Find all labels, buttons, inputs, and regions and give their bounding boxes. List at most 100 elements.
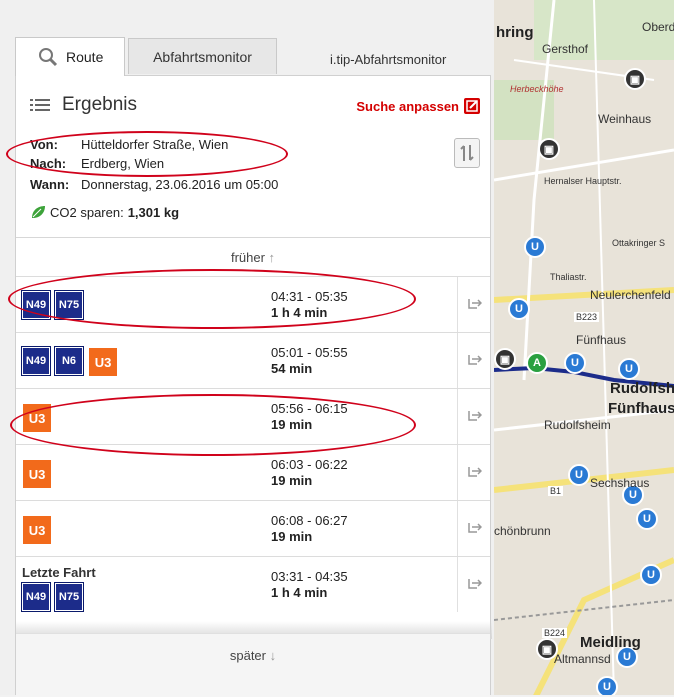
open-connection-button[interactable] (457, 333, 490, 388)
open-details-icon (468, 411, 482, 421)
ubahn-station-icon[interactable]: U (640, 564, 662, 586)
to-row: Nach: Erdberg, Wien (30, 156, 164, 171)
line-badge: N75 (54, 290, 84, 320)
trip-duration: 19 min (271, 529, 313, 544)
connection-times: 03:31 - 04:35 1 h 4 min (271, 569, 348, 601)
map-label: Oberd (642, 20, 674, 34)
line-badges: U3 (22, 403, 52, 433)
co2-value: 1,301 kg (127, 204, 180, 220)
departure-arrival-time: 06:03 - 06:22 (271, 457, 348, 472)
line-badges: U3 (22, 515, 52, 545)
earlier-button[interactable]: früher ↑ (16, 250, 490, 265)
line-badge: N49 (21, 346, 51, 376)
tab-route[interactable]: Route (15, 37, 125, 76)
line-badges: N49 N75 (21, 582, 84, 612)
when-label: Wann: (30, 177, 70, 192)
open-connection-button[interactable] (457, 277, 490, 332)
connection-row[interactable]: N49 N75 04:31 - 05:35 1 h 4 min (16, 276, 490, 332)
ubahn-station-icon[interactable]: U (568, 464, 590, 486)
trip-duration: 54 min (271, 361, 313, 376)
train-station-icon[interactable]: ▣ (494, 348, 516, 370)
train-station-icon[interactable]: ▣ (624, 68, 646, 90)
list-icon (30, 99, 50, 111)
map-label: Ottakringer S (612, 238, 666, 248)
ubahn-station-icon[interactable]: U (618, 358, 640, 380)
line-badge: U3 (22, 459, 52, 489)
open-connection-button[interactable] (457, 389, 490, 444)
ubahn-station-icon[interactable]: U (564, 352, 586, 374)
connection-row[interactable]: U3 06:03 - 06:22 19 min (16, 444, 490, 500)
edit-icon (464, 98, 480, 114)
map-label: B224 (542, 628, 568, 638)
tab-route-label: Route (66, 49, 104, 65)
map-label: Sechshaus (590, 476, 650, 490)
ubahn-station-icon[interactable]: U (508, 298, 530, 320)
to-label: Nach: (30, 156, 67, 171)
departure-arrival-time: 05:01 - 05:55 (271, 345, 348, 360)
line-badge: N49 (21, 582, 51, 612)
start-marker-icon[interactable]: A (526, 352, 548, 374)
open-details-icon (468, 523, 482, 533)
trip-duration: 19 min (271, 417, 313, 432)
map-label: Rudolfsh (610, 380, 674, 397)
tab-departure-monitor-label: Abfahrtsmonitor (153, 48, 252, 65)
itip-departure-monitor-link[interactable]: i.tip-Abfahrtsmonitor (330, 52, 446, 67)
earlier-label: früher (230, 250, 265, 265)
departure-arrival-time: 04:31 - 05:35 (271, 289, 348, 304)
trip-duration: 19 min (271, 473, 313, 488)
page-title: Ergebnis (62, 94, 137, 115)
co2-label: CO2 sparen: (50, 204, 124, 220)
bottom-bar: später ↓ (16, 633, 490, 697)
from-value: Hütteldorfer Straße, Wien (81, 137, 229, 152)
map-label: Hernalser Hauptstr. (544, 176, 622, 186)
arrow-up-icon: ↑ (268, 250, 276, 265)
line-badge: U3 (22, 403, 52, 433)
divider (16, 237, 490, 238)
from-row: Von: Hütteldorfer Straße, Wien (30, 137, 228, 152)
connection-row[interactable]: N49 N6 U3 05:01 - 05:55 54 min (16, 332, 490, 388)
connection-row[interactable]: Letzte Fahrt N49 N75 03:31 - 04:35 1 h 4 min (16, 556, 490, 612)
tab-departure-monitor[interactable]: Abfahrtsmonitor (128, 38, 277, 74)
result-card: Ergebnis Suche anpassen Von: Hütteldorfe… (6, 75, 492, 697)
map-label: Thaliastr. (550, 272, 587, 282)
open-details-icon (468, 579, 482, 589)
later-button[interactable]: später ↓ (16, 648, 490, 663)
open-connection-button[interactable] (457, 557, 490, 612)
line-badge: N49 (21, 290, 51, 320)
map-label: B223 (574, 312, 600, 322)
departure-arrival-time: 03:31 - 04:35 (271, 569, 348, 584)
map-label: hring (496, 24, 534, 41)
edit-search-label: Suche anpassen (356, 98, 459, 114)
edit-search-button[interactable]: Suche anpassen (356, 98, 480, 114)
search-icon (39, 48, 58, 67)
when-row: Wann: Donnerstag, 23.06.2016 um 05:00 (30, 177, 278, 192)
open-details-icon (468, 355, 482, 365)
map-label: Rudolfsheim (544, 418, 611, 432)
map-label: Neulerchenfeld (590, 288, 671, 302)
ubahn-station-icon[interactable]: U (596, 676, 618, 695)
arrow-down-icon: ↓ (269, 648, 277, 663)
train-station-icon[interactable]: ▣ (538, 138, 560, 160)
from-label: Von: (30, 137, 58, 152)
ubahn-station-icon[interactable]: U (636, 508, 658, 530)
ubahn-station-icon[interactable]: U (524, 236, 546, 258)
open-connection-button[interactable] (457, 445, 490, 500)
map-label: Meidling (580, 634, 641, 651)
connection-times: 06:03 - 06:22 19 min (271, 457, 348, 489)
last-trip-label: Letzte Fahrt (22, 565, 96, 580)
co2-row: CO2 sparen: 1,301 kg (30, 204, 179, 220)
map-label: Fünfhaus (576, 333, 627, 347)
line-badges: N49 N6 U3 (21, 346, 118, 377)
connection-row[interactable]: U3 06:08 - 06:27 19 min (16, 500, 490, 556)
line-badges: U3 (22, 459, 52, 489)
swap-button[interactable] (454, 138, 480, 168)
map-label: chönbrunn (494, 524, 551, 538)
line-badges: N49 N75 (21, 290, 84, 320)
map-label: Weinhaus (598, 112, 652, 126)
departure-arrival-time: 05:56 - 06:15 (271, 401, 348, 416)
map[interactable]: U U U U U U U U U U ▣ ▣ ▣ ▣ A hring Gers… (494, 0, 674, 695)
open-connection-button[interactable] (457, 501, 490, 556)
map-roads (494, 0, 674, 695)
open-details-icon (468, 467, 482, 477)
connection-row[interactable]: U3 05:56 - 06:15 19 min (16, 388, 490, 444)
